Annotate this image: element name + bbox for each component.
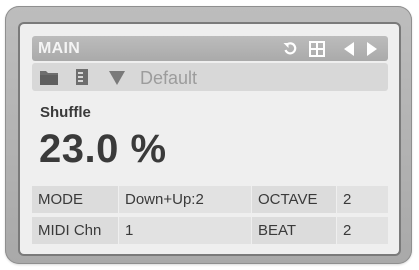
mode-label: MODE	[32, 186, 118, 213]
page-title: MAIN	[38, 40, 81, 57]
octave-label: OCTAVE	[252, 186, 336, 213]
folder-icon[interactable]	[39, 68, 59, 85]
mode-value[interactable]: Down+Up:2	[119, 186, 251, 213]
undo-icon[interactable]	[281, 40, 299, 57]
parameter-value[interactable]: 23.0 %	[39, 127, 167, 172]
preset-bar: Default	[32, 63, 388, 91]
octave-value[interactable]: 2	[337, 186, 388, 213]
arrow-left-icon[interactable]	[341, 40, 357, 57]
preset-name[interactable]: Default	[140, 68, 197, 89]
triangle-down-icon[interactable]	[107, 69, 127, 86]
midi-channel-label: MIDI Chn	[32, 217, 118, 244]
midi-channel-value[interactable]: 1	[119, 217, 251, 244]
parameter-name: Shuffle	[40, 104, 91, 121]
display-panel: MAIN Default Shuffle 23.0 % MODE Down+Up…	[20, 24, 399, 254]
save-icon[interactable]	[74, 68, 90, 85]
arrow-right-icon[interactable]	[364, 40, 380, 57]
title-bar: MAIN	[32, 36, 388, 61]
beat-value[interactable]: 2	[337, 217, 388, 244]
beat-label: BEAT	[252, 217, 336, 244]
grid-icon[interactable]	[308, 40, 326, 57]
